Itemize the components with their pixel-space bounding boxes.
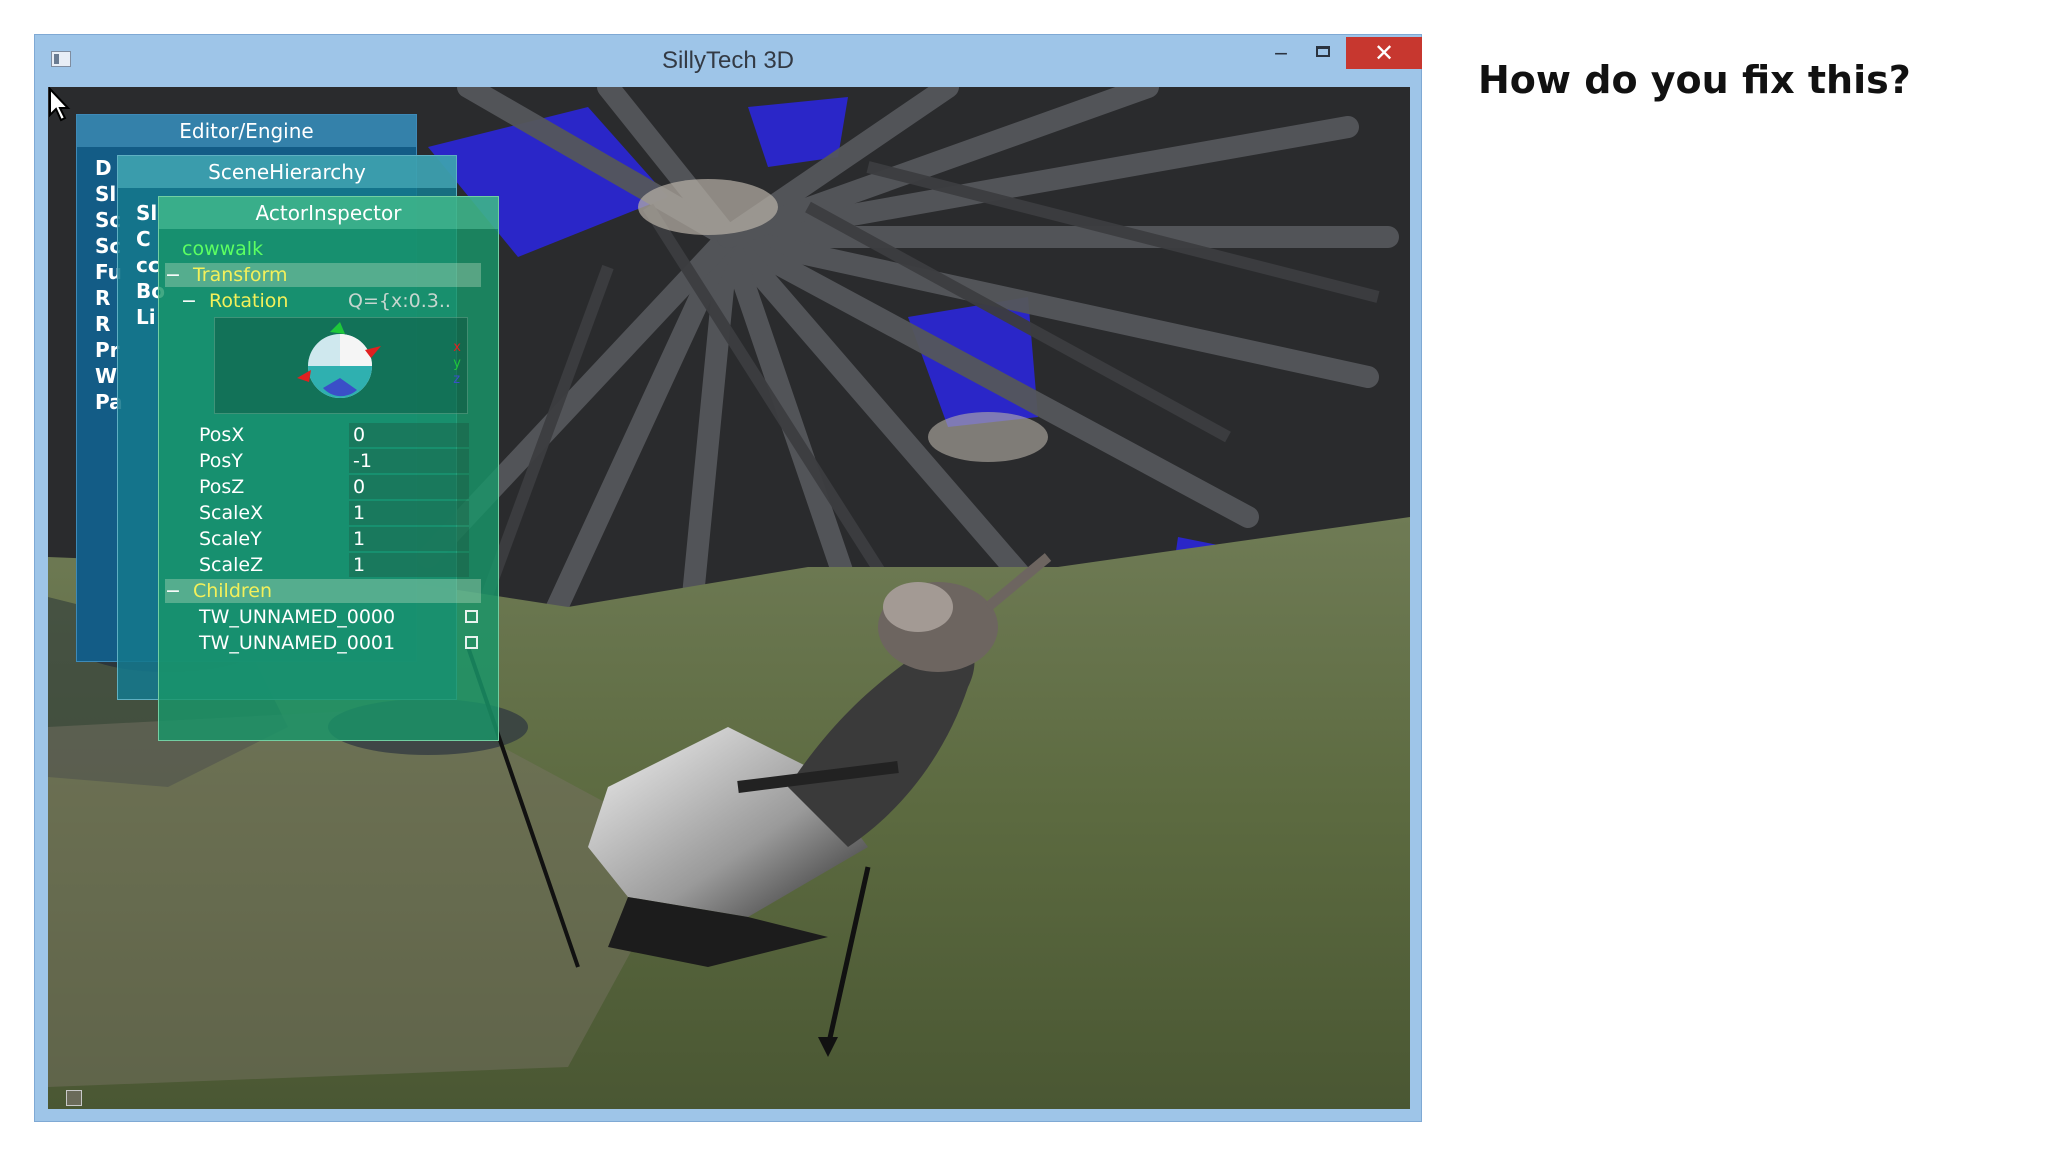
transform-toggle[interactable]: − [165,264,181,286]
property-value: 1 [353,528,366,550]
editor-engine-title[interactable]: Editor/Engine [77,115,416,147]
axis-y-label: y [453,356,461,371]
property-row[interactable]: ScaleZ 1 [199,553,481,577]
child-item[interactable]: TW_UNNAMED_0001 [199,631,481,655]
actor-inspector-panel[interactable]: ActorInspector cowwalk − Transform − Rot… [158,196,499,741]
property-value: 1 [353,502,366,524]
help-icon[interactable] [66,1090,82,1106]
transform-label: Transform [192,264,288,286]
property-label: PosZ [199,476,245,498]
close-button[interactable]: ✕ [1346,37,1422,69]
property-label: ScaleY [199,528,262,550]
minimize-button[interactable]: ‒ [1261,41,1301,67]
children-label: Children [192,580,273,602]
rotation-gizmo[interactable]: x y z [214,317,468,414]
child-item[interactable]: TW_UNNAMED_0000 [199,605,481,629]
axis-x-label: x [453,340,461,355]
property-row[interactable]: ScaleX 1 [199,501,481,525]
property-value-field[interactable] [349,423,469,447]
children-toggle[interactable]: − [165,580,181,602]
property-value: 1 [353,554,366,576]
property-label: ScaleZ [199,554,264,576]
property-value: 0 [353,424,366,446]
children-row[interactable]: − Children [165,579,481,603]
rotation-row[interactable]: − Rotation Q={x:0.3.. [181,289,481,313]
property-value: 0 [353,476,366,498]
property-value-field[interactable] [349,553,469,577]
child-item-checkbox[interactable] [465,610,478,623]
rotation-value: Q={x:0.3.. [348,290,451,312]
child-item-label: TW_UNNAMED_0001 [199,632,396,654]
question-text: How do you fix this? [1478,58,1911,102]
rotation-sphere-icon [297,322,381,398]
child-item-checkbox[interactable] [465,636,478,649]
axis-z-label: z [453,372,461,387]
rotation-label: Rotation [208,290,289,312]
property-label: PosY [199,450,243,472]
property-value: -1 [353,450,372,472]
maximize-icon [1316,46,1330,57]
property-row[interactable]: ScaleY 1 [199,527,481,551]
mouse-cursor-icon [49,87,71,122]
object-name: cowwalk [182,238,264,260]
property-value-field[interactable] [349,501,469,525]
window-title: SillyTech 3D [661,47,795,74]
property-row[interactable]: PosZ 0 [199,475,481,499]
rotation-toggle[interactable]: − [181,290,197,312]
property-value-field[interactable] [349,475,469,499]
actor-inspector-title[interactable]: ActorInspector [159,197,498,229]
scene-hierarchy-title[interactable]: SceneHierarchy [118,156,456,188]
property-label: ScaleX [199,502,264,524]
property-row[interactable]: PosX 0 [199,423,481,447]
title-bar[interactable]: SillyTech 3D ‒ ✕ [35,35,1422,85]
child-item-label: TW_UNNAMED_0000 [199,606,396,628]
property-label: PosX [199,424,245,446]
transform-row[interactable]: − Transform [165,263,481,287]
maximize-button[interactable] [1303,41,1343,67]
property-value-field[interactable] [349,527,469,551]
property-row[interactable]: PosY -1 [199,449,481,473]
